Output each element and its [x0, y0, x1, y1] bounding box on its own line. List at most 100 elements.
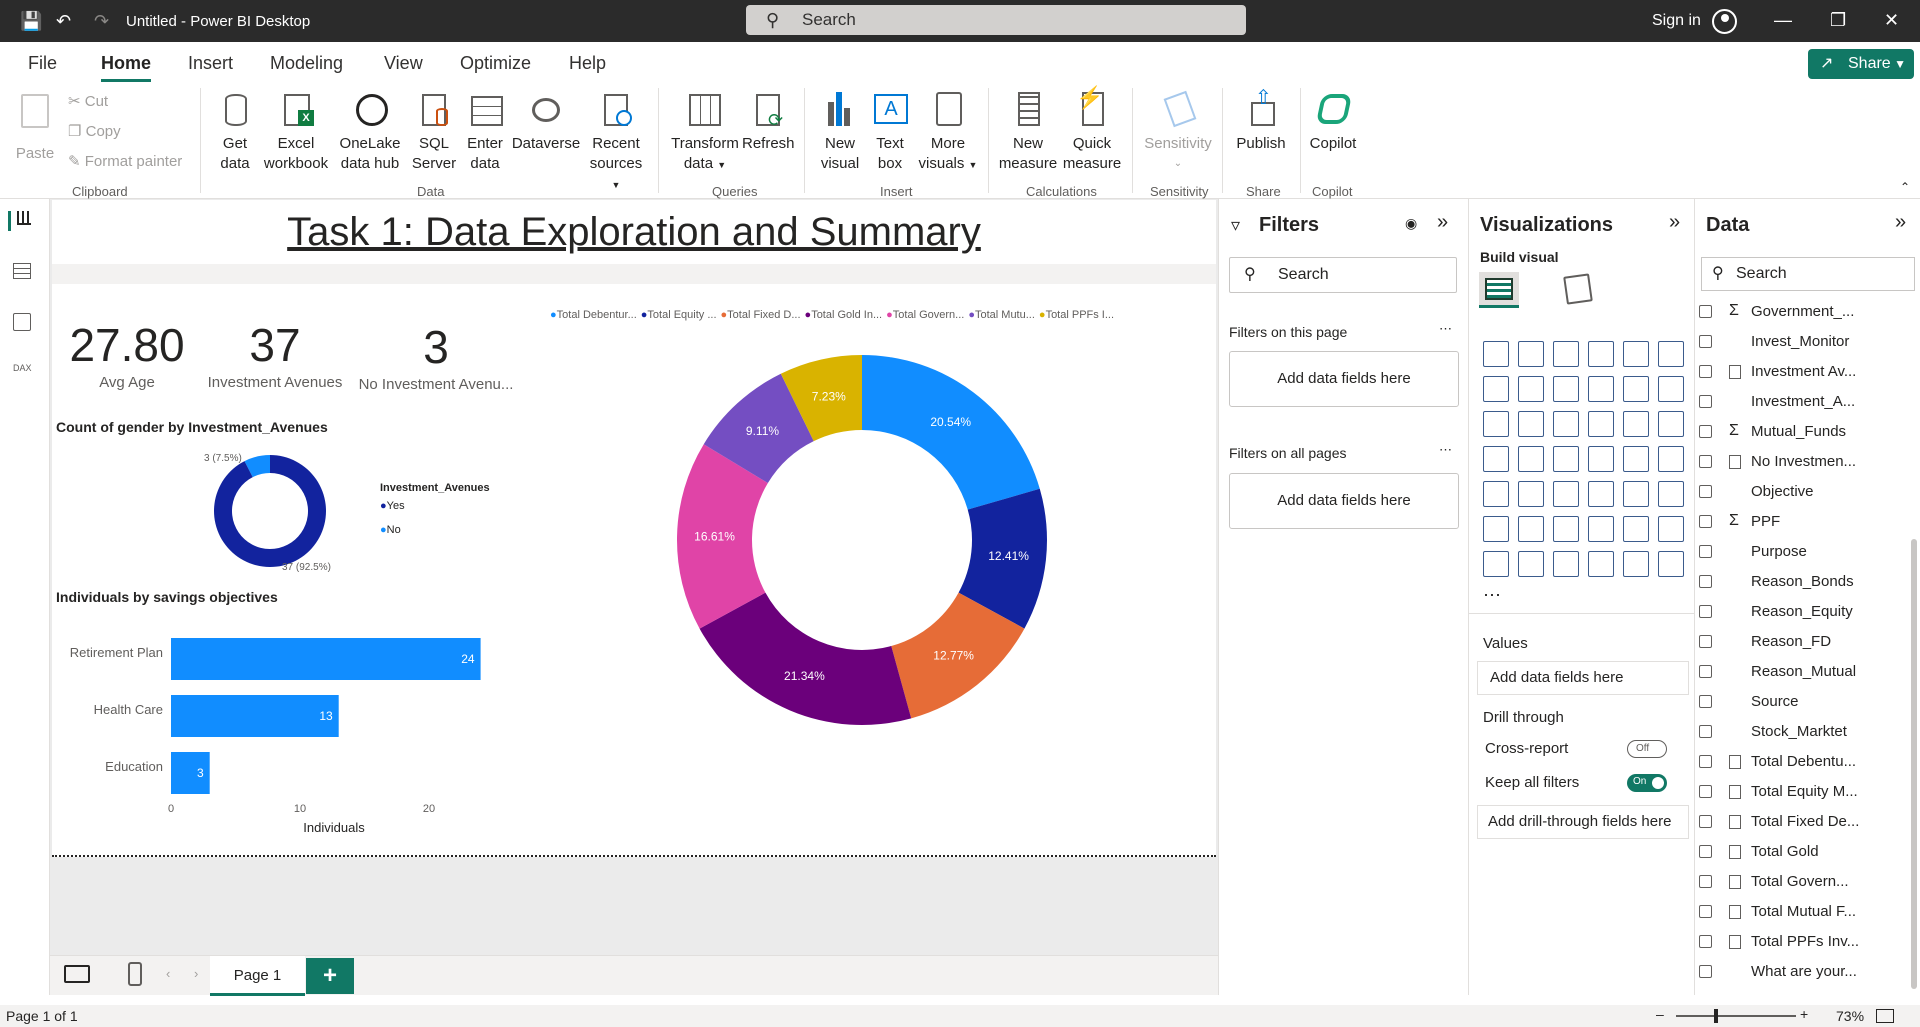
menu-home[interactable]: Home [101, 53, 152, 82]
visual-type-icon[interactable] [1553, 446, 1579, 472]
visual-type-icon[interactable] [1553, 516, 1579, 542]
data-field-item[interactable]: Total Fixed De... [1699, 813, 1859, 830]
savings-objectives-bar-chart[interactable]: Retirement Plan 24 Health Care 13 Education 3… [52, 612, 492, 852]
cross-report-toggle[interactable]: Off [1627, 740, 1667, 758]
data-field-item[interactable]: Σ Mutual_Funds [1699, 422, 1846, 440]
recent-sources-button[interactable]: Recent sources ▼ [584, 88, 648, 195]
visual-type-icon[interactable] [1553, 481, 1579, 507]
eye-icon[interactable]: ◉ [1405, 215, 1417, 232]
data-field-item[interactable]: Total Equity M... [1699, 783, 1858, 800]
data-field-item[interactable]: Stock_Marktet [1699, 723, 1847, 740]
collapse-ribbon-icon[interactable]: ⌃ [1900, 180, 1910, 194]
card-investment-avenues[interactable]: 37 Investment Avenues [200, 318, 350, 391]
visual-type-icon[interactable] [1518, 516, 1544, 542]
prev-page-icon[interactable]: ‹ [166, 966, 170, 981]
field-checkbox[interactable] [1699, 755, 1712, 768]
more-visuals-button[interactable]: More visuals ▼ [918, 88, 978, 175]
data-field-item[interactable]: Reason_Equity [1699, 603, 1853, 620]
sql-server-button[interactable]: SQL Server [410, 88, 458, 174]
visual-type-icon[interactable] [1483, 411, 1509, 437]
get-data-button[interactable]: Get data [210, 88, 260, 174]
data-field-item[interactable]: Reason_FD [1699, 633, 1831, 650]
share-button[interactable]: ↗ Share ▼ [1808, 49, 1914, 79]
more-options-icon[interactable]: ⋯ [1439, 321, 1452, 337]
cut-button[interactable]: ✂ Cut [68, 92, 108, 110]
filters-page-drop[interactable]: Add data fields here [1229, 351, 1459, 407]
field-checkbox[interactable] [1699, 905, 1712, 918]
field-checkbox[interactable] [1699, 605, 1712, 618]
values-drop-zone[interactable]: Add data fields here [1477, 661, 1689, 695]
visual-type-icon[interactable] [1623, 516, 1649, 542]
visual-type-icon[interactable] [1518, 481, 1544, 507]
visual-type-icon[interactable] [1518, 411, 1544, 437]
data-field-item[interactable]: Σ PPF [1699, 512, 1780, 530]
visual-type-icon[interactable] [1623, 376, 1649, 402]
format-visual-icon[interactable] [1563, 273, 1593, 305]
minimize-icon[interactable]: — [1774, 10, 1792, 31]
visual-type-icon[interactable] [1588, 341, 1614, 367]
visual-type-icon[interactable] [1658, 481, 1684, 507]
sign-in-link[interactable]: Sign in [1652, 12, 1701, 30]
legend-item[interactable]: ●Total Equity ... [641, 309, 717, 321]
data-field-item[interactable]: Purpose [1699, 543, 1807, 560]
field-checkbox[interactable] [1699, 875, 1712, 888]
fit-to-page-icon[interactable] [1876, 1009, 1894, 1023]
data-field-item[interactable]: Investment_A... [1699, 393, 1855, 410]
restore-icon[interactable]: ❐ [1830, 10, 1846, 31]
data-field-item[interactable]: Objective [1699, 483, 1814, 500]
card-avg-age[interactable]: 27.80 Avg Age [62, 318, 192, 391]
collapse-data-icon[interactable]: » [1895, 211, 1906, 234]
mobile-layout-icon[interactable] [128, 962, 142, 986]
donut-slice[interactable] [862, 355, 1040, 510]
menu-modeling[interactable]: Modeling [270, 53, 343, 74]
menu-help[interactable]: Help [569, 53, 606, 74]
data-field-item[interactable]: No Investmen... [1699, 453, 1856, 470]
menu-optimize[interactable]: Optimize [460, 53, 531, 74]
menu-view[interactable]: View [384, 53, 423, 74]
visual-type-icon[interactable] [1623, 341, 1649, 367]
visual-type-icon[interactable] [1483, 341, 1509, 367]
visual-type-icon[interactable] [1658, 516, 1684, 542]
collapse-viz-icon[interactable]: » [1669, 211, 1680, 234]
visual-type-icon[interactable] [1518, 551, 1544, 577]
copilot-button[interactable]: Copilot [1304, 88, 1362, 154]
visual-type-icon[interactable] [1658, 341, 1684, 367]
collapse-filters-icon[interactable]: » [1437, 211, 1448, 234]
visual-type-icon[interactable] [1588, 376, 1614, 402]
visual-type-icon[interactable] [1623, 551, 1649, 577]
report-view-icon[interactable] [8, 211, 32, 231]
dax-query-icon[interactable]: DAX [13, 363, 37, 383]
field-checkbox[interactable] [1699, 665, 1712, 678]
avatar[interactable] [1712, 9, 1737, 34]
field-checkbox[interactable] [1699, 935, 1712, 948]
data-field-item[interactable]: Reason_Bonds [1699, 573, 1854, 590]
field-checkbox[interactable] [1699, 335, 1712, 348]
field-checkbox[interactable] [1699, 365, 1712, 378]
zoom-in-icon[interactable]: + [1800, 1006, 1808, 1022]
table-view-icon[interactable] [13, 263, 37, 283]
bar[interactable] [171, 752, 210, 794]
onelake-button[interactable]: OneLake data hub [332, 88, 408, 174]
visual-type-icon[interactable] [1623, 411, 1649, 437]
bar[interactable] [171, 638, 481, 680]
visual-type-icon[interactable] [1588, 446, 1614, 472]
excel-workbook-button[interactable]: X Excel workbook [262, 88, 330, 174]
investment-donut-chart[interactable]: 20.54% 12.41% 12.77% 21.34% 16.61% 9.11% 7.23% [652, 330, 1072, 750]
field-checkbox[interactable] [1699, 965, 1712, 978]
next-page-icon[interactable]: › [194, 966, 198, 981]
transform-data-button[interactable]: Transform data ▼ [668, 88, 742, 175]
data-field-item[interactable]: Source [1699, 693, 1799, 710]
visual-type-icon[interactable] [1553, 551, 1579, 577]
field-checkbox[interactable] [1699, 545, 1712, 558]
dataverse-button[interactable]: Dataverse [510, 88, 582, 154]
donut-slice[interactable] [699, 592, 912, 725]
undo-icon[interactable]: ↶ [56, 10, 71, 32]
filters-search-input[interactable]: ⚲ Search [1229, 257, 1457, 293]
new-measure-button[interactable]: New measure [996, 88, 1060, 174]
visual-type-icon[interactable] [1553, 376, 1579, 402]
visual-type-icon[interactable] [1658, 551, 1684, 577]
build-visual-tab[interactable] [1479, 272, 1519, 308]
visual-type-icon[interactable] [1588, 481, 1614, 507]
paste-button[interactable]: Paste [14, 88, 56, 164]
visual-type-icon[interactable] [1588, 551, 1614, 577]
